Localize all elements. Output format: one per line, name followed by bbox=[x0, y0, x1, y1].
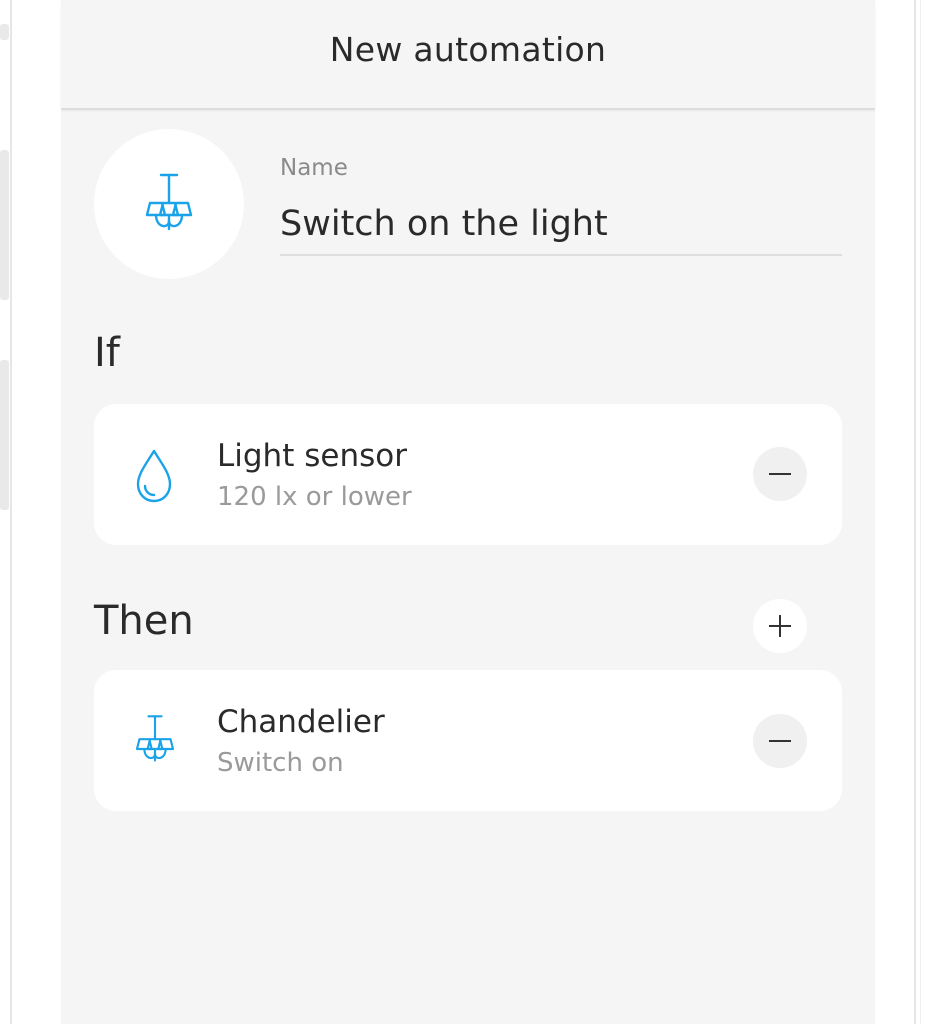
plus-icon bbox=[779, 615, 781, 637]
minus-icon bbox=[769, 740, 791, 742]
then-section-title: Then bbox=[94, 598, 194, 644]
device-edge-right bbox=[914, 0, 916, 1024]
page-title: New automation bbox=[329, 30, 607, 69]
condition-subtitle: 120 lx or lower bbox=[217, 482, 412, 512]
device-edge-right-outer bbox=[920, 0, 921, 1024]
action-title: Chandelier bbox=[217, 704, 385, 740]
header-bar: New automation bbox=[61, 0, 875, 110]
device-side-button bbox=[0, 24, 9, 40]
minus-icon bbox=[769, 473, 791, 475]
action-subtitle: Switch on bbox=[217, 748, 344, 778]
device-volume-up bbox=[0, 150, 9, 300]
add-action-button[interactable] bbox=[753, 599, 807, 653]
automation-icon-picker[interactable] bbox=[94, 129, 244, 279]
remove-condition-button[interactable] bbox=[753, 447, 807, 501]
then-action-card[interactable]: Chandelier Switch on bbox=[94, 670, 842, 811]
device-frame: New automation Name If Light sensor 120 … bbox=[0, 0, 926, 1024]
app-screen: New automation Name If Light sensor 120 … bbox=[61, 0, 875, 1024]
automation-name-input[interactable] bbox=[280, 194, 842, 256]
chandelier-icon bbox=[135, 715, 175, 762]
if-section-title: If bbox=[94, 330, 120, 376]
device-edge-left bbox=[10, 0, 12, 1024]
name-field-label: Name bbox=[280, 155, 348, 181]
remove-action-button[interactable] bbox=[753, 714, 807, 768]
chandelier-icon bbox=[145, 173, 193, 231]
if-condition-card[interactable]: Light sensor 120 lx or lower bbox=[94, 404, 842, 545]
condition-title: Light sensor bbox=[217, 438, 407, 474]
water-drop-icon bbox=[136, 449, 172, 503]
device-volume-down bbox=[0, 360, 9, 510]
